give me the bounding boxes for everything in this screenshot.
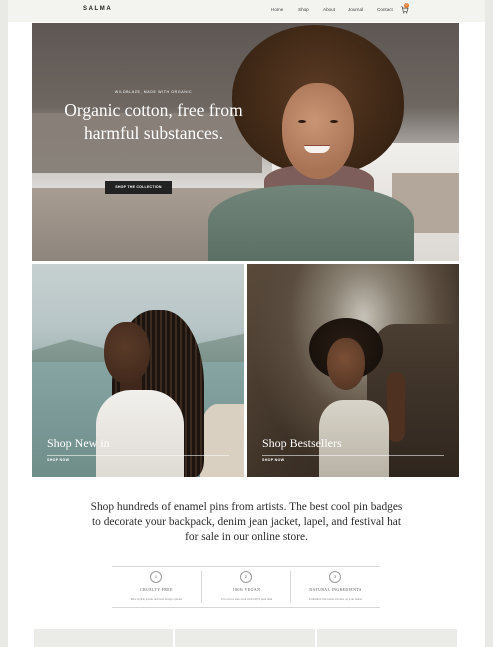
nav-about[interactable]: About (323, 7, 335, 12)
product-card[interactable] (175, 629, 315, 647)
site-header: SALMA Home Shop About Journal Contact 0 (8, 0, 485, 22)
product-card[interactable] (34, 629, 173, 647)
feature-description: You can be sure even with 100% pure item (220, 597, 273, 601)
nav-home[interactable]: Home (271, 7, 283, 12)
tile-divider (262, 455, 444, 456)
product-card[interactable] (317, 629, 457, 647)
feature-number-badge: 1 (150, 571, 162, 583)
tile-model-face (327, 338, 365, 390)
shop-now-link[interactable]: SHOP NOW (262, 458, 284, 462)
features-strip: 1 CRUELTY FREE Pure stylish jewels and b… (112, 566, 380, 608)
tile-title[interactable]: Shop Bestsellers (262, 436, 342, 451)
nav-shop[interactable]: Shop (298, 7, 309, 12)
hero-model-face (282, 83, 354, 179)
feature-title: CRUELTY FREE (140, 588, 173, 592)
tile-model-face (104, 322, 150, 384)
feature-description: Unlimited free items at home on your han… (309, 597, 362, 601)
tile-title[interactable]: Shop New in (47, 436, 110, 451)
tile-shop-new-in[interactable]: Shop New in SHOP NOW (32, 264, 244, 477)
shop-collection-button[interactable]: SHOP THE COLLECTION (105, 181, 172, 194)
nav-contact[interactable]: Contact (377, 7, 393, 12)
hero-model-eye (330, 120, 338, 123)
page: SALMA Home Shop About Journal Contact 0 … (8, 0, 485, 647)
feature-number-badge: 3 (329, 571, 341, 583)
feature-title: 100% VEGAN (232, 588, 261, 592)
tile-divider (47, 455, 229, 456)
feature-item: 3 NATURAL INGREDIENTS Unlimited free ite… (291, 567, 380, 607)
hero-headline: Organic cotton, free from harmful substa… (64, 100, 243, 143)
feature-number-badge: 2 (240, 571, 252, 583)
hero-banner: WILDBLAZE, MADE WITH ORGANIC Organic cot… (32, 23, 459, 261)
hero-model-eye (298, 120, 306, 123)
feature-title: NATURAL INGREDIENTS (309, 588, 362, 592)
hero-kicker: WILDBLAZE, MADE WITH ORGANIC (114, 90, 193, 94)
feature-item: 1 CRUELTY FREE Pure stylish jewels and b… (112, 567, 201, 607)
logo[interactable]: SALMA (83, 6, 112, 12)
hero-model-smile (304, 145, 330, 153)
tile-model-shirt (96, 390, 184, 477)
tile-model-arm (387, 372, 405, 442)
hero-model-coat (208, 185, 414, 261)
tile-shop-bestsellers[interactable]: Shop Bestsellers SHOP NOW (247, 264, 459, 477)
tile-shore (200, 404, 244, 477)
intro-paragraph: Shop hundreds of enamel pins from artist… (90, 501, 403, 543)
feature-item: 2 100% VEGAN You can be sure even with 1… (202, 567, 291, 607)
shop-now-link[interactable]: SHOP NOW (47, 458, 69, 462)
feature-description: Pure stylish jewels and best design opti… (130, 597, 183, 601)
nav-journal[interactable]: Journal (348, 7, 363, 12)
cart-count-badge: 0 (404, 3, 409, 8)
